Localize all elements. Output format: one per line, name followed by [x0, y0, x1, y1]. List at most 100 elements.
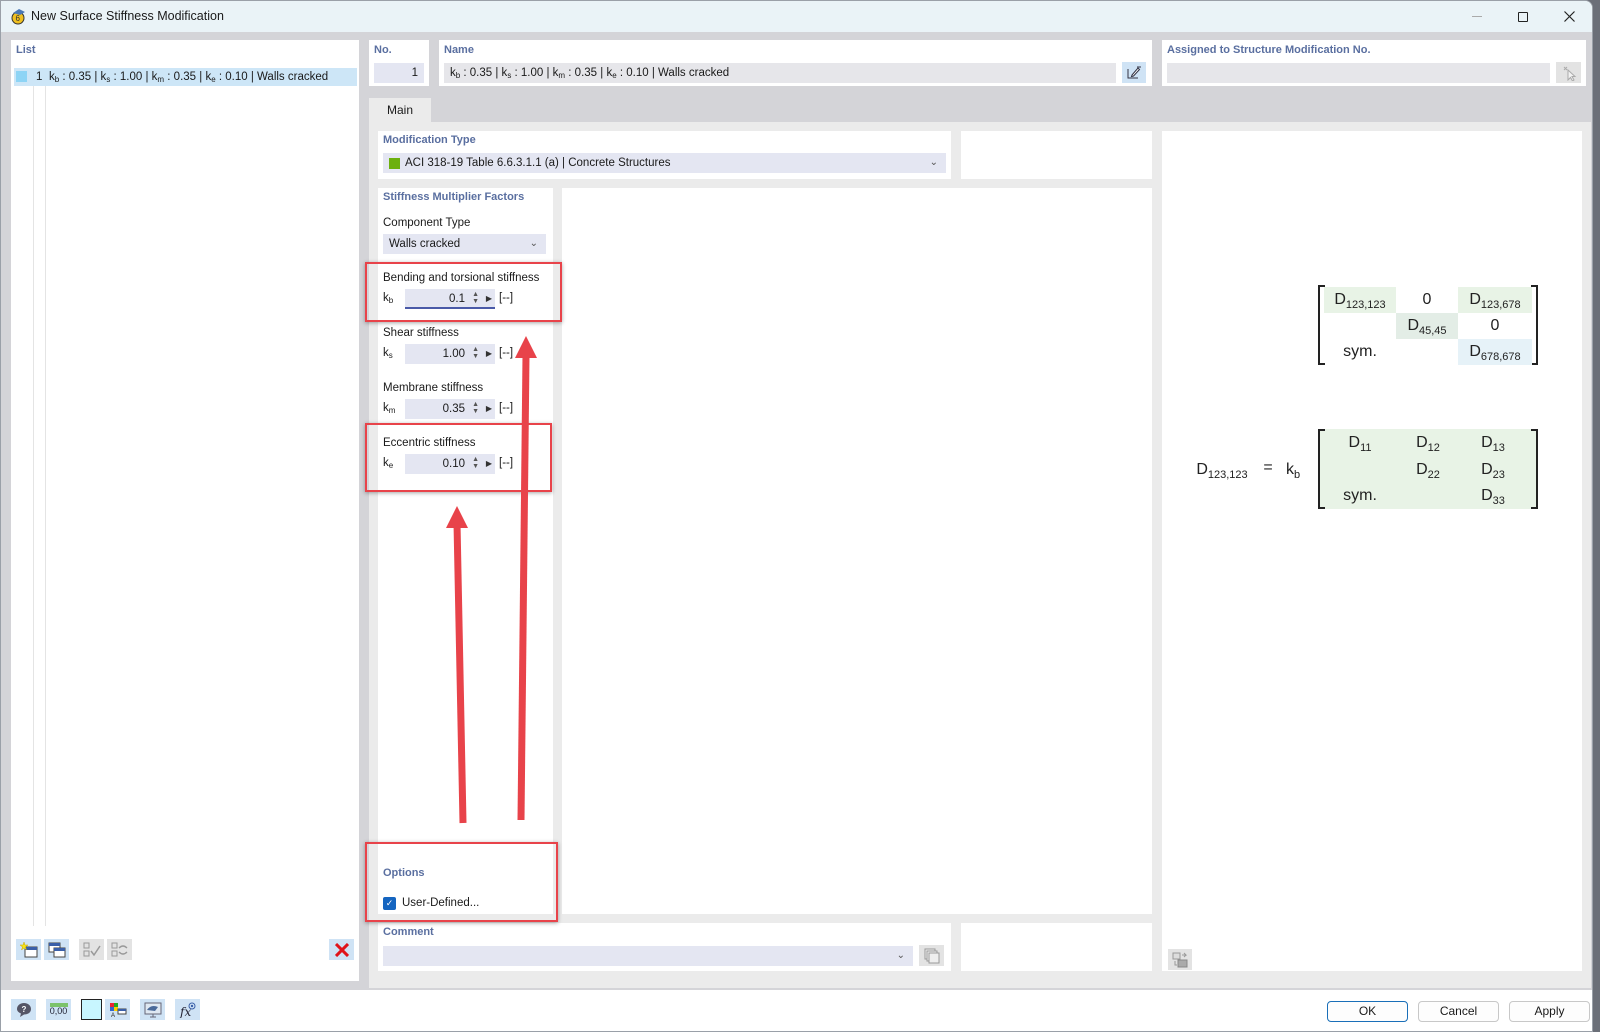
- number-field[interactable]: 1: [374, 63, 424, 83]
- maximize-button[interactable]: [1500, 1, 1546, 32]
- km-value: 0.35: [442, 403, 465, 415]
- close-button[interactable]: [1546, 1, 1592, 32]
- delete-icon: [334, 942, 349, 957]
- comment-input[interactable]: ⌄: [383, 946, 913, 966]
- name-field[interactable]: kb : 0.35 | ks : 1.00 | km : 0.35 | ke :…: [444, 63, 1116, 83]
- list-item-color: [16, 71, 27, 82]
- formula-button[interactable]: fx: [175, 999, 200, 1020]
- matrix-cell: D123,678: [1458, 287, 1532, 313]
- dialog-window: 6 New Surface Stiffness Modification Lis…: [0, 0, 1593, 1032]
- stiffness-matrix: D123,123 0 D123,678 D45,45 0 sym. D678,6…: [1318, 285, 1538, 369]
- comment-library-button[interactable]: [919, 945, 944, 966]
- check-toggle-icon: [111, 942, 127, 956]
- chevron-down-icon: ⌄: [929, 157, 938, 168]
- svg-text:?: ?: [21, 1005, 26, 1014]
- dialog-body: List 1 kb : 0.35 | ks : 1.00 | km : 0.35…: [1, 32, 1592, 990]
- matrix-cell: D33: [1481, 487, 1505, 507]
- tab-main[interactable]: Main: [369, 98, 431, 122]
- bending-matrix-equation: D123,123 = kb D11 D12 D13 D22 D23 sym. D…: [1162, 429, 1582, 513]
- matrix-cell: D11: [1348, 434, 1372, 454]
- matrix-cell: D678,678: [1458, 339, 1532, 365]
- delete-button[interactable]: [329, 939, 354, 960]
- ks-value: 1.00: [442, 348, 465, 360]
- matrix-cell: D12: [1416, 434, 1440, 454]
- minimize-icon: [1472, 16, 1482, 17]
- expand-arrow-icon[interactable]: ▶: [486, 344, 492, 364]
- copy-item-button[interactable]: [44, 939, 69, 960]
- expand-arrow-icon[interactable]: ▶: [486, 399, 492, 419]
- modification-type-title: Modification Type: [383, 134, 476, 146]
- shear-stiffness-label: Shear stiffness: [383, 327, 459, 339]
- membrane-stiffness-label: Membrane stiffness: [383, 382, 484, 394]
- km-symbol: km: [383, 402, 396, 415]
- ok-button[interactable]: OK: [1327, 1001, 1408, 1022]
- apply-button[interactable]: Apply: [1509, 1001, 1590, 1022]
- matrix-cell: sym.: [1343, 343, 1377, 360]
- copy-icon: [924, 948, 939, 963]
- comment-title: Comment: [383, 926, 434, 938]
- ks-input[interactable]: 1.00 ▲ ▼ ▶: [405, 344, 495, 364]
- km-unit: [--]: [499, 402, 514, 414]
- matrix-cell: D123,123: [1324, 287, 1396, 313]
- name-panel: Name kb : 0.35 | ks : 1.00 | km : 0.35 |…: [439, 40, 1152, 86]
- display-properties-button[interactable]: A: [105, 999, 130, 1020]
- spin-arrows-icon[interactable]: ▲ ▼: [472, 401, 479, 415]
- list-item-number: 1: [36, 71, 43, 83]
- list-item[interactable]: 1 kb : 0.35 | ks : 1.00 | km : 0.35 | ke…: [14, 68, 357, 86]
- close-icon: [1563, 11, 1575, 22]
- cancel-button[interactable]: Cancel: [1418, 1001, 1499, 1022]
- list-panel: List 1 kb : 0.35 | ks : 1.00 | km : 0.35…: [11, 40, 359, 981]
- component-type-select[interactable]: Walls cracked ⌄: [383, 234, 546, 254]
- pick-cursor-icon: [1563, 66, 1576, 81]
- list-gridline: [33, 86, 34, 926]
- export-image-button[interactable]: [1168, 949, 1192, 970]
- view-button[interactable]: [140, 999, 165, 1020]
- edit-name-button[interactable]: [1122, 62, 1146, 83]
- color-swatch[interactable]: [81, 999, 102, 1020]
- modification-type-panel: Modification Type ACI 318-19 Table 6.6.3…: [378, 131, 951, 179]
- select-assigned-button[interactable]: [1556, 62, 1581, 83]
- view-icon: [144, 1002, 161, 1017]
- spin-arrows-icon[interactable]: ▲ ▼: [472, 346, 479, 360]
- new-item-button[interactable]: [16, 939, 41, 960]
- formula-icon: fx: [179, 1002, 195, 1018]
- matrix-bracket-right: [1531, 429, 1538, 509]
- km-input[interactable]: 0.35 ▲ ▼ ▶: [405, 399, 495, 419]
- list-item-label: kb : 0.35 | ks : 1.00 | km : 0.35 | ke :…: [49, 71, 329, 84]
- assigned-panel: Assigned to Structure Modification No.: [1162, 40, 1586, 86]
- chevron-down-icon: ⌄: [529, 238, 538, 249]
- maximize-icon: [1518, 11, 1528, 22]
- check-toggle-button[interactable]: [107, 939, 132, 960]
- ks-unit: [--]: [499, 347, 514, 359]
- app-icon: 6: [11, 9, 25, 25]
- name-label: Name: [444, 44, 474, 56]
- matrix-cell: 0: [1422, 291, 1432, 308]
- minimize-button[interactable]: [1454, 1, 1500, 32]
- help-icon: ?: [16, 1002, 31, 1017]
- svg-text:6: 6: [16, 14, 21, 23]
- units-button[interactable]: 0,00: [46, 999, 71, 1020]
- chevron-down-icon: ⌄: [896, 950, 905, 961]
- matrix-cell: D13: [1481, 434, 1505, 454]
- number-panel: No. 1: [369, 40, 429, 86]
- comment-side-panel: [961, 923, 1152, 971]
- ks-symbol: ks: [383, 347, 393, 360]
- equation-factor: kb: [1285, 461, 1301, 481]
- formula-panel: D123,123 0 D123,678 D45,45 0 sym. D678,6…: [1162, 131, 1582, 971]
- modification-type-side-panel: [961, 131, 1152, 179]
- copy-item-icon: [48, 942, 65, 957]
- modification-type-select[interactable]: ACI 318-19 Table 6.6.3.1.1 (a) | Concret…: [383, 153, 946, 173]
- matrix-bracket-right: [1531, 285, 1538, 365]
- check-all-icon: [83, 942, 101, 956]
- check-all-button[interactable]: [79, 939, 104, 960]
- units-text: 0,00: [49, 1006, 68, 1016]
- annotation-box-eccentric: [365, 423, 552, 492]
- assigned-field[interactable]: [1167, 63, 1550, 83]
- component-type-label: Component Type: [383, 217, 471, 229]
- title-bar: 6 New Surface Stiffness Modification: [1, 1, 1592, 32]
- help-button[interactable]: ?: [11, 999, 36, 1020]
- annotation-box-options: [365, 842, 558, 922]
- equation-equals: =: [1263, 459, 1273, 476]
- matrix-cell: 0: [1490, 317, 1500, 334]
- equation-lhs: D123,123: [1196, 461, 1248, 481]
